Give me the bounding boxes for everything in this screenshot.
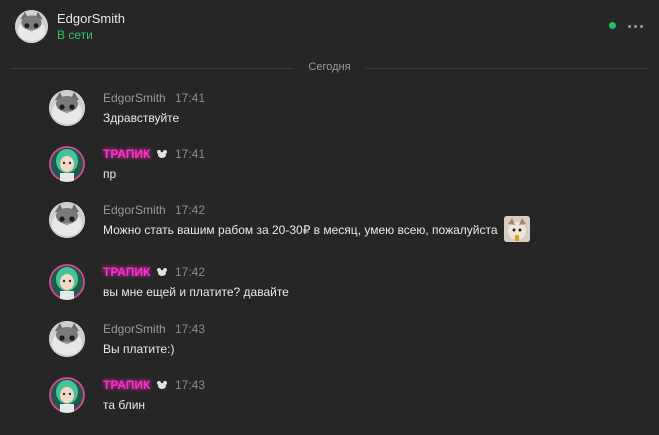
message-author[interactable]: EdgorSmith [103,203,166,217]
message-author[interactable]: ТРАПИК [103,378,150,392]
cat-avatar-icon [49,321,85,357]
header-avatar[interactable] [15,10,48,43]
message-avatar[interactable] [49,264,85,300]
date-divider: Сегодня [0,60,659,78]
message-author[interactable]: ТРАПИК [103,147,150,161]
message-author[interactable]: ТРАПИК [103,265,150,279]
message-avatar[interactable] [49,202,85,238]
header-status: В сети [57,28,93,42]
message-author[interactable]: EdgorSmith [103,91,166,105]
online-dot-icon [609,22,616,29]
message-avatar[interactable] [49,321,85,357]
cat-avatar-icon [49,90,85,126]
divider-line-right [365,68,649,69]
user-badge-icon [157,150,167,158]
message-text: Здравствуйте [103,111,180,125]
message-item: ТРАПИК 17:42 вы мне ещей и платите? дава… [0,264,659,322]
cat-avatar-icon [49,202,85,238]
message-time: 17:41 [175,91,206,105]
message-author[interactable]: EdgorSmith [103,322,166,336]
more-icon[interactable] [628,21,650,31]
message-text: Вы платите:) [103,342,175,356]
girl-avatar-icon [49,377,85,413]
date-divider-label: Сегодня [308,61,351,73]
message-time: 17:43 [175,322,206,336]
girl-avatar-icon [49,146,85,182]
message-time: 17:42 [175,203,206,217]
message-item: EdgorSmith 17:43 Вы платите:) [0,321,659,379]
sticker-icon [504,216,530,242]
message-item: EdgorSmith 17:41 Здравствуйте [0,90,659,148]
cat-avatar-icon [15,10,48,43]
message-time: 17:43 [175,378,206,392]
message-time: 17:41 [175,147,206,161]
message-text: вы мне ещей и платите? давайте [103,285,289,299]
message-time: 17:42 [175,265,206,279]
user-badge-icon [157,381,167,389]
message-text: Можно стать вашим рабом за 20-30₽ в меся… [103,223,498,237]
header-name: EdgorSmith [57,11,125,26]
user-badge-icon [157,268,167,276]
message-item: ТРАПИК 17:41 пр [0,146,659,204]
message-text: пр [103,167,117,181]
message-avatar[interactable] [49,146,85,182]
message-avatar[interactable] [49,377,85,413]
message-text: та блин [103,398,146,412]
sticker-image[interactable] [504,216,530,242]
message-item: EdgorSmith 17:42 Можно стать вашим рабом… [0,202,659,260]
divider-line-left [10,68,294,69]
girl-avatar-icon [49,264,85,300]
message-item: ТРАПИК 17:43 та блин [0,377,659,435]
chat-header: EdgorSmith В сети [0,0,659,56]
message-avatar[interactable] [49,90,85,126]
